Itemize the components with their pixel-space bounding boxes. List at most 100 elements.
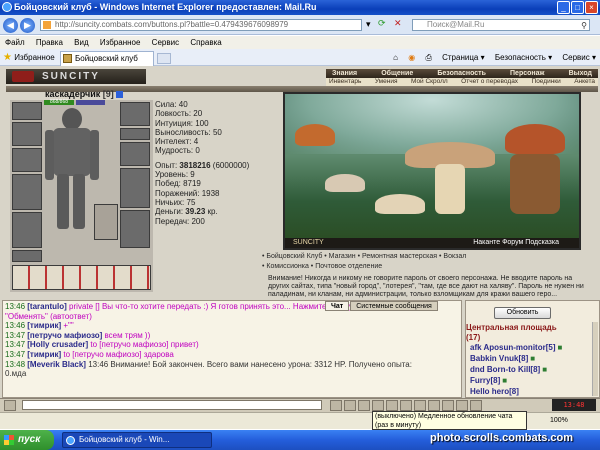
go-dropdown-icon[interactable]: ▾ <box>366 19 371 30</box>
tab-system-messages[interactable]: Системные сообщения <box>350 301 438 311</box>
page-menu[interactable]: Страница ▾ <box>442 53 485 62</box>
nav-knowledge[interactable]: Знания <box>332 69 357 78</box>
chat-window-icon[interactable] <box>442 400 454 411</box>
necklace-slot[interactable] <box>120 128 150 140</box>
translit-icon[interactable] <box>386 400 398 411</box>
subnav-transfers[interactable]: Отчет о переводах <box>461 78 518 86</box>
money-label: Деньги: <box>155 207 186 217</box>
chat-author[interactable]: [Holly crusader] <box>27 340 88 349</box>
chat-input[interactable] <box>22 400 322 410</box>
browser-tab[interactable]: Бойцовский клуб <box>60 51 154 66</box>
menu-edit[interactable]: Правка <box>36 38 63 47</box>
refresh-button[interactable]: Обновить <box>494 307 551 319</box>
stat-transfers: Передач: 200 <box>155 216 205 226</box>
maximize-button[interactable]: □ <box>571 1 584 14</box>
search-input[interactable]: Поиск@Mail.Ru ⚲ <box>412 19 590 31</box>
user-name[interactable]: afk Aposun-monitor[5] <box>470 343 555 352</box>
armor-slot[interactable] <box>12 212 42 248</box>
color-icon[interactable] <box>456 400 468 411</box>
shield-slot[interactable] <box>120 168 150 208</box>
gloves-slot[interactable] <box>12 148 42 172</box>
location-links-row2[interactable]: • Комиссионка • Почтовое отделение <box>262 262 600 272</box>
subnav-battles[interactable]: Поединки <box>532 78 561 86</box>
feeds-icon[interactable]: ◉ <box>408 53 415 62</box>
user-name[interactable]: Babkin Vnuk[8] <box>470 354 528 363</box>
nav-exit[interactable]: Выход <box>569 69 592 78</box>
start-button[interactable]: пуск <box>0 430 54 450</box>
nav-security[interactable]: Безопасность <box>437 69 486 78</box>
nav-character[interactable]: Персонаж <box>510 69 544 78</box>
back-button[interactable]: ◀ <box>3 18 18 33</box>
game-top-nav: Знания Общение Безопасность Персонаж Вых… <box>326 69 598 78</box>
rings-slot[interactable] <box>120 142 150 166</box>
user-item[interactable]: Babkin Vnuk[8] ■ <box>470 353 592 364</box>
tools-menu[interactable]: Сервис ▾ <box>562 53 596 62</box>
forward-button[interactable]: ▶ <box>20 18 35 33</box>
user-name[interactable]: Hello hero[8] <box>470 387 519 396</box>
belt-slot[interactable] <box>12 250 42 262</box>
print-icon[interactable]: ⎙ <box>425 53 431 62</box>
close-button[interactable]: × <box>585 1 598 14</box>
earring-slot[interactable] <box>120 102 150 126</box>
clear-icon[interactable] <box>344 400 356 411</box>
send-icon[interactable] <box>330 400 342 411</box>
chat-text: "Обменять" (автоответ) <box>5 311 92 321</box>
minimize-button[interactable]: _ <box>557 1 570 14</box>
refresh-speed-icon[interactable] <box>400 400 412 411</box>
chat-author[interactable]: [тимрик] <box>27 350 61 359</box>
weapon-slot[interactable] <box>12 174 42 210</box>
subnav-scroll[interactable]: Мой Скролл <box>411 78 448 86</box>
chat-mode-icon[interactable] <box>4 400 16 411</box>
chat-author[interactable]: [tarantulo] <box>27 302 67 311</box>
user-name[interactable]: dnd Born-to Kill[8] <box>470 365 540 374</box>
user-item[interactable]: Hello hero[8] <box>470 386 592 397</box>
user-item[interactable]: dnd Born-to Kill[8] ■ <box>470 364 592 375</box>
scene-links[interactable]: Наканте Форум Подсказка <box>473 238 559 248</box>
scroll-slots[interactable] <box>12 265 151 290</box>
sound-icon[interactable] <box>428 400 440 411</box>
tab-chat[interactable]: Чат <box>325 301 350 311</box>
user-item[interactable]: afk Aposun-monitor[5] ■ <box>470 342 592 353</box>
info-icon[interactable] <box>115 91 123 99</box>
menu-view[interactable]: Вид <box>74 38 88 47</box>
refresh-icon[interactable]: ⟳ <box>378 18 386 29</box>
taskbar-item[interactable]: Бойцовский клуб - Win... <box>62 432 212 448</box>
security-menu[interactable]: Безопасность ▾ <box>495 53 552 62</box>
subnav-inventory[interactable]: Инвентарь <box>329 78 361 86</box>
user-name[interactable]: Furry[8] <box>470 376 500 385</box>
exp-next: (6000000) <box>210 160 250 170</box>
smiles-icon[interactable] <box>372 400 384 411</box>
filter-icon[interactable] <box>358 400 370 411</box>
chat-settings-icon[interactable] <box>414 400 426 411</box>
favorites-button[interactable]: ★ Избранное <box>3 52 55 63</box>
menu-tools[interactable]: Сервис <box>152 38 179 47</box>
subnav-skills[interactable]: Умения <box>375 78 398 86</box>
location-name: Центральная площадь <box>466 323 557 332</box>
user-item[interactable]: Furry[8] ■ <box>470 375 592 386</box>
zoom-level[interactable]: 100% <box>550 413 568 429</box>
character-name[interactable]: каскадерчик [9] <box>45 89 123 99</box>
chat-author[interactable]: [Meverik Black] <box>27 360 86 369</box>
search-icon[interactable]: ⚲ <box>581 21 587 31</box>
location-links-row1[interactable]: • Бойцовский Клуб • Магазин • Ремонтная … <box>262 252 600 262</box>
chat-author[interactable]: [тимрик] <box>27 321 61 330</box>
stop-icon[interactable]: ✕ <box>394 18 402 29</box>
boots-slot[interactable] <box>120 210 150 248</box>
home-icon[interactable]: ⌂ <box>393 53 398 62</box>
menu-help[interactable]: Справка <box>190 38 221 47</box>
menu-file[interactable]: Файл <box>5 38 25 47</box>
helmet-slot[interactable] <box>12 102 42 120</box>
subnav-profile[interactable]: Анкета <box>574 78 595 86</box>
menu-favorites[interactable]: Избранное <box>100 38 141 47</box>
exit-icon[interactable] <box>470 400 482 411</box>
address-input[interactable]: http://suncity.combats.com/buttons.pl?ba… <box>40 19 362 31</box>
new-tab-button[interactable] <box>157 53 171 64</box>
stat-draws: Ничьих: 75 <box>155 197 196 207</box>
nav-communication[interactable]: Общение <box>381 69 413 78</box>
chat-author[interactable]: [петручо мафиозо] <box>27 331 102 340</box>
location-scene-image[interactable] <box>283 92 581 250</box>
users-scrollbar[interactable] <box>592 322 598 396</box>
game-clock: 13:48 <box>552 399 596 411</box>
bracers-slot[interactable] <box>12 122 42 146</box>
taskbar-item-label: Бойцовский клуб - Win... <box>79 435 170 444</box>
